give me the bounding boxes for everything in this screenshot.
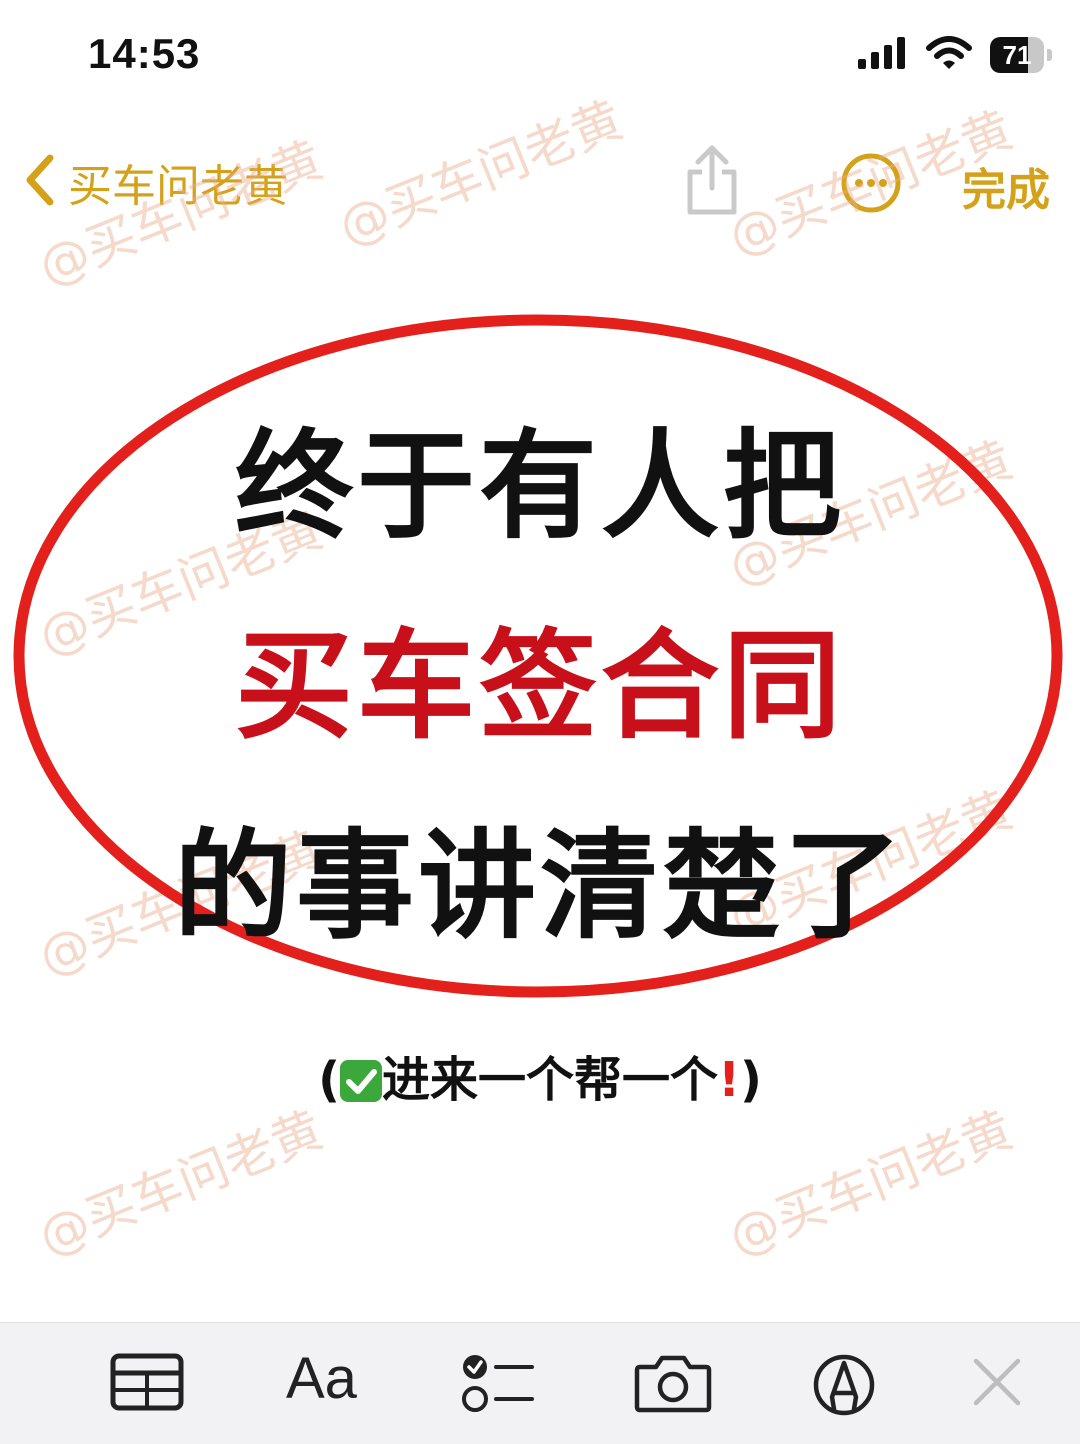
markup-icon: [812, 1354, 876, 1421]
cellular-signal-icon: [858, 37, 908, 73]
more-button[interactable]: [840, 152, 902, 218]
done-button[interactable]: 完成: [962, 154, 1050, 218]
exclamation-icon: !: [718, 1052, 740, 1108]
share-icon: [684, 145, 740, 220]
format-text-icon: Aa: [286, 1346, 357, 1411]
more-icon: [840, 153, 902, 218]
subline-text: 进来一个帮一个: [382, 1052, 719, 1108]
subline-close-paren: ): [739, 1052, 762, 1108]
markup-button[interactable]: [812, 1353, 876, 1421]
table-button[interactable]: [110, 1353, 184, 1415]
battery-percent: 71: [1002, 40, 1032, 70]
headline-line-2: 买车签合同: [234, 617, 845, 755]
subline: ( 进来一个帮一个!): [0, 1040, 1080, 1110]
close-button[interactable]: [970, 1355, 1024, 1413]
check-mark-icon: [340, 1060, 383, 1102]
wifi-icon: [926, 36, 972, 74]
camera-icon: [634, 1355, 712, 1417]
battery-tip: [1047, 49, 1052, 61]
headline-line-1: 终于有人把: [234, 417, 845, 555]
chevron-left-icon: [22, 152, 58, 212]
format-button[interactable]: Aa: [286, 1349, 357, 1409]
checklist-icon: [460, 1355, 534, 1419]
share-button[interactable]: [684, 144, 740, 220]
back-button-label: 买车问老黄: [68, 161, 288, 212]
battery-icon: 71: [990, 37, 1052, 73]
status-time: 14:53: [88, 30, 201, 77]
watermark: @买车问老黄: [30, 1100, 331, 1267]
back-button[interactable]: 买车问老黄: [22, 150, 288, 214]
subline-open-paren: (: [318, 1052, 341, 1108]
camera-button[interactable]: [634, 1353, 712, 1417]
close-icon: [970, 1358, 1024, 1413]
checklist-button[interactable]: [460, 1353, 534, 1419]
bottom-toolbar: Aa: [0, 1322, 1080, 1444]
table-icon: [110, 1353, 184, 1415]
watermark: @买车问老黄: [720, 1100, 1021, 1267]
nav-bar: 买车问老黄 完成: [0, 130, 1080, 240]
status-icons: 71: [858, 36, 1052, 74]
headline-line-3: 的事讲清楚了: [173, 817, 906, 955]
status-bar: 14:53 71: [0, 0, 1080, 110]
